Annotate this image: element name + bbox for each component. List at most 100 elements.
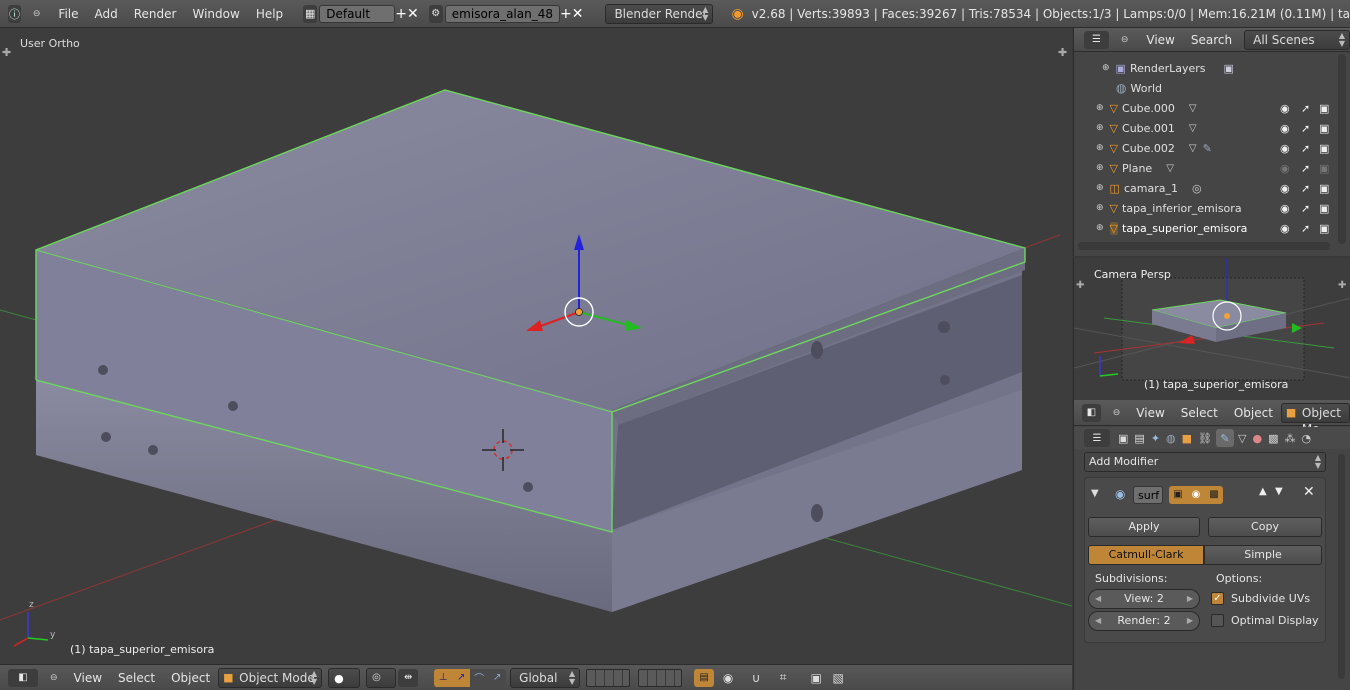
visibility-eye-icon[interactable]: ◉ — [1280, 162, 1290, 175]
outliner-menu-search[interactable]: Search — [1183, 33, 1240, 47]
object-tab-icon[interactable]: ■ — [1182, 432, 1192, 445]
outliner-menu-view[interactable]: View — [1138, 33, 1182, 47]
outliner-item-world[interactable]: ◍ World — [1074, 78, 1336, 98]
manipulator-toggle-icon[interactable]: ⇹ — [398, 668, 419, 687]
menu-file[interactable]: File — [50, 7, 86, 21]
material-tab-icon[interactable]: ● — [1252, 432, 1262, 445]
menu-help[interactable]: Help — [248, 7, 291, 21]
screen-layout-icon[interactable]: ▦ — [303, 4, 318, 23]
outliner-item-cube-001[interactable]: ⊕ ▽ Cube.001 ▽ ◉ ➚ ▣ — [1074, 118, 1336, 138]
collapse-modifier-icon[interactable]: ▼ — [1091, 488, 1099, 499]
selectable-cursor-icon[interactable]: ➚ — [1301, 182, 1310, 195]
visibility-eye-icon[interactable]: ◉ — [1280, 202, 1290, 215]
menu-render[interactable]: Render — [126, 7, 185, 21]
visibility-eye-icon[interactable]: ◉ — [1280, 122, 1290, 135]
tab-simple[interactable]: Simple — [1204, 545, 1322, 565]
props-menu-view[interactable]: View — [1128, 406, 1172, 420]
viewport-shading-dropdown[interactable]: ● — [328, 667, 361, 688]
remove-scene-icon[interactable]: ✕ — [572, 5, 584, 23]
collapse-menu-icon[interactable]: ⊖ — [33, 9, 41, 19]
expand-icon[interactable]: ⊕ — [1096, 203, 1104, 213]
corner-plus-icon[interactable]: ✚ — [1076, 280, 1084, 291]
renderable-camera-icon[interactable]: ▣ — [1319, 122, 1329, 135]
renderable-camera-icon[interactable]: ▣ — [1319, 222, 1329, 235]
add-layout-icon[interactable]: + — [395, 5, 407, 23]
renderable-camera-icon[interactable]: ▣ — [1319, 182, 1329, 195]
visibility-eye-icon[interactable]: ◉ — [1280, 222, 1290, 235]
outliner-item-tapa-inferior[interactable]: ⊕ ▽ tapa_inferior_emisora ◉ ➚ ▣ — [1074, 198, 1336, 218]
rotate-manipulator-icon[interactable]: ↗ — [452, 668, 471, 687]
renderable-camera-icon[interactable]: ▣ — [1319, 202, 1329, 215]
renderable-camera-icon[interactable]: ▣ — [1319, 142, 1329, 155]
layers-grid-icon[interactable] — [638, 668, 683, 687]
props-menu-select[interactable]: Select — [1173, 406, 1226, 420]
render-still-icon[interactable]: ▣ — [806, 669, 826, 687]
particles-tab-icon[interactable]: ⁂ — [1285, 432, 1296, 445]
selectable-cursor-icon[interactable]: ➚ — [1301, 102, 1310, 115]
outliner-item-plane[interactable]: ⊕ ▽ Plane ▽ ◉ ➚ ▣ — [1074, 158, 1336, 178]
copy-button[interactable]: Copy — [1208, 517, 1322, 537]
outliner-item-cube-002[interactable]: ⊕ ▽ Cube.002 ▽ ✎ ◉ ➚ ▣ — [1074, 138, 1336, 158]
increment-icon[interactable]: ▶ — [1187, 590, 1193, 608]
collapse-menu-icon[interactable]: ⊖ — [50, 673, 58, 683]
show-viewport-eye-icon[interactable]: ◉ — [1187, 486, 1205, 504]
selectable-cursor-icon[interactable]: ➚ — [1301, 202, 1310, 215]
proportional-edit-icon[interactable]: ◉ — [718, 669, 738, 687]
snap-element-icon[interactable]: ⌗ — [770, 669, 796, 687]
selectable-cursor-icon[interactable]: ➚ — [1301, 142, 1310, 155]
properties-editor-icon[interactable]: ☰ — [1084, 429, 1110, 447]
modifiers-tab-icon[interactable]: ✎ — [1216, 429, 1235, 447]
manipulator-extra-icon[interactable]: ↗ — [488, 668, 507, 687]
expand-icon[interactable]: ⊕ — [1096, 223, 1104, 233]
expand-icon[interactable]: ⊕ — [1096, 123, 1104, 133]
render-animation-icon[interactable]: ▧ — [828, 669, 848, 687]
snap-toggle-icon[interactable]: ∪ — [746, 669, 766, 687]
outliner-item-camara-1[interactable]: ⊕ ◫ camara_1 ◎ ◉ ➚ ▣ — [1074, 178, 1336, 198]
expand-icon[interactable]: ⊕ — [1096, 143, 1104, 153]
menu-object[interactable]: Object — [163, 671, 218, 685]
data-tab-icon[interactable]: ▽ — [1238, 432, 1246, 445]
subdivide-uvs-checkbox[interactable]: ✓ — [1211, 592, 1224, 605]
scene-icon[interactable]: ⚙ — [428, 4, 443, 23]
expand-icon[interactable]: ⊕ — [1096, 183, 1104, 193]
collapse-menu-icon[interactable]: ⊖ — [1113, 408, 1121, 418]
outliner-item-cube-000[interactable]: ⊕ ▽ Cube.000 ▽ ◉ ➚ ▣ — [1074, 98, 1336, 118]
corner-plus-icon[interactable]: ✚ — [2, 46, 11, 59]
layers-grid-icon[interactable] — [586, 668, 631, 687]
visibility-eye-icon[interactable]: ◉ — [1280, 142, 1290, 155]
expand-icon[interactable]: ⊕ — [1102, 63, 1110, 73]
outliner-item-renderlayers[interactable]: ⊕ ▣ RenderLayers ▣ — [1074, 58, 1336, 78]
physics-tab-icon[interactable]: ◔ — [1302, 432, 1312, 445]
render-subdivisions-stepper[interactable]: ◀ Render: 2 ▶ — [1088, 611, 1200, 631]
outliner-item-tapa-superior[interactable]: ⊕ ▽ tapa_superior_emisora ◉ ➚ ▣ — [1074, 218, 1336, 238]
menu-add[interactable]: Add — [87, 7, 126, 21]
mode-dropdown[interactable]: ■ Object Mode ▲ ▼ — [218, 667, 323, 688]
properties-scrollbar[interactable] — [1338, 454, 1345, 679]
show-in-editmode-icon[interactable]: ▣ — [1169, 486, 1187, 504]
add-scene-icon[interactable]: + — [560, 5, 572, 23]
world-tab-icon[interactable]: ◍ — [1166, 432, 1176, 445]
3d-viewport[interactable]: User Ortho ✚ ✚ z y (1) tapa_superior_emi… — [0, 28, 1072, 664]
outliner-editor-icon[interactable]: ☰ — [1084, 30, 1109, 49]
props-mode-dropdown[interactable]: ■Object Mo — [1280, 402, 1350, 436]
translate-manipulator-icon[interactable]: ⊥ — [434, 668, 453, 687]
props-menu-object[interactable]: Object — [1226, 406, 1281, 420]
render-engine-dropdown[interactable]: Blender Render ▲ ▼ — [605, 3, 714, 24]
editor-type-icon[interactable]: ◧ — [1082, 403, 1101, 422]
outliner-vertical-scrollbar[interactable] — [1338, 54, 1346, 244]
renderable-camera-icon[interactable]: ▣ — [1319, 162, 1329, 175]
menu-select[interactable]: Select — [110, 671, 163, 685]
optimal-display-checkbox[interactable] — [1211, 614, 1224, 627]
tab-catmull-clark[interactable]: Catmull-Clark — [1088, 545, 1204, 565]
visibility-eye-icon[interactable]: ◉ — [1280, 182, 1290, 195]
expand-icon[interactable]: ⊕ — [1096, 103, 1104, 113]
expand-icon[interactable]: ⊕ — [1096, 163, 1104, 173]
outliner-horizontal-scrollbar[interactable] — [1078, 242, 1330, 250]
pivot-dropdown[interactable]: ◎ — [366, 667, 397, 688]
constraints-tab-icon[interactable]: ⛓ — [1198, 432, 1212, 445]
texture-tab-icon[interactable]: ▩ — [1268, 432, 1278, 445]
corner-plus-icon[interactable]: ✚ — [1058, 46, 1067, 59]
visibility-eye-icon[interactable]: ◉ — [1280, 102, 1290, 115]
corner-plus-icon[interactable]: ✚ — [1338, 280, 1346, 291]
scale-manipulator-icon[interactable]: ⌒ — [470, 668, 489, 687]
